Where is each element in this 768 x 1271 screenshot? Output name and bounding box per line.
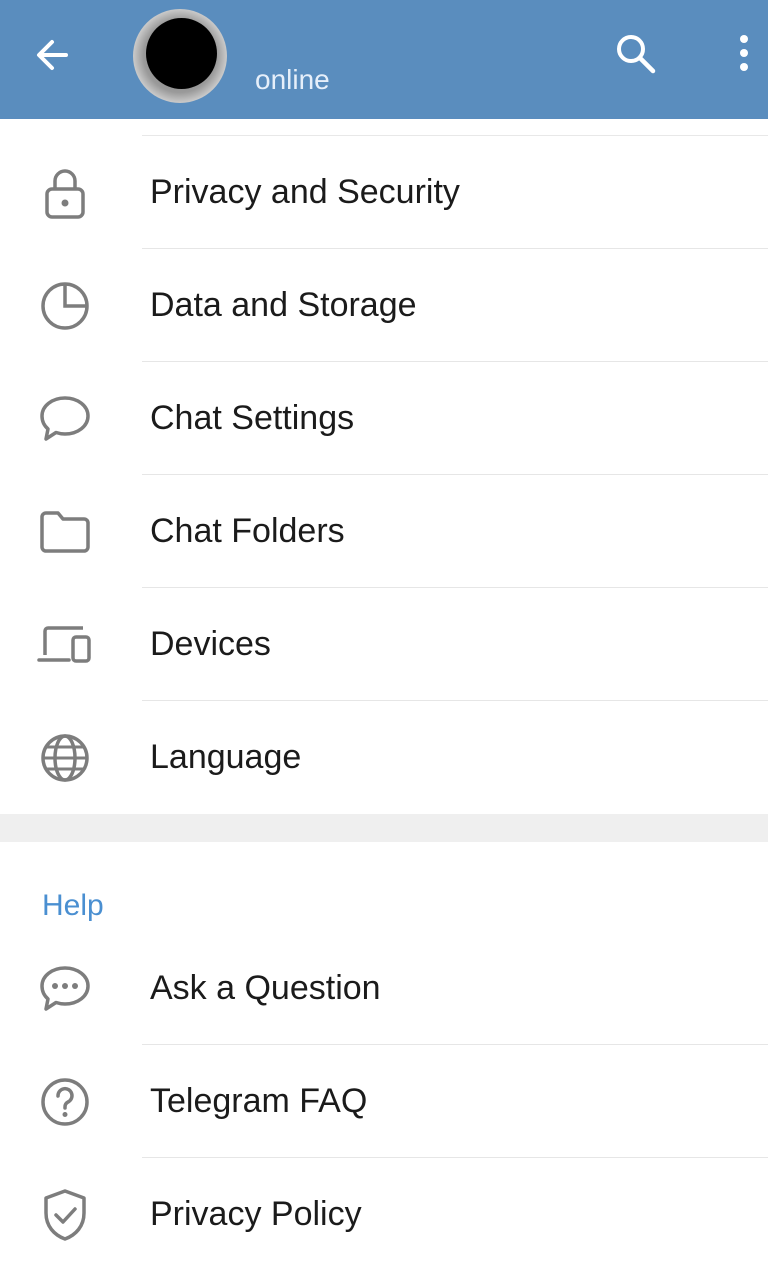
settings-item-privacy-security[interactable]: Privacy and Security <box>0 136 768 249</box>
chat-dots-icon <box>36 960 94 1018</box>
settings-item-chat-folders[interactable]: Chat Folders <box>0 475 768 588</box>
settings-item-language[interactable]: Language <box>0 701 768 814</box>
help-item-label: Ask a Question <box>150 969 381 1007</box>
help-section: Help Ask a Question Telegram FAQ Privacy… <box>0 842 768 1241</box>
help-item-privacy-policy[interactable]: Privacy Policy <box>0 1158 768 1271</box>
arrow-left-icon <box>32 35 72 75</box>
settings-list: Privacy and Security Data and Storage Ch… <box>0 119 768 814</box>
lock-icon <box>36 164 94 222</box>
settings-item-label: Chat Folders <box>150 512 345 550</box>
settings-item-label: Data and Storage <box>150 286 417 324</box>
section-divider <box>0 814 768 842</box>
folder-icon <box>36 503 94 561</box>
search-icon <box>614 32 658 76</box>
settings-item-devices[interactable]: Devices <box>0 588 768 701</box>
help-item-label: Privacy Policy <box>150 1195 362 1233</box>
chat-bubble-icon <box>36 390 94 448</box>
settings-item-label: Privacy and Security <box>150 173 460 211</box>
back-button[interactable] <box>22 25 82 85</box>
globe-icon <box>36 729 94 787</box>
settings-item-data-storage[interactable]: Data and Storage <box>0 249 768 362</box>
help-item-telegram-faq[interactable]: Telegram FAQ <box>0 1045 768 1158</box>
online-status: online <box>255 64 330 95</box>
avatar[interactable] <box>133 9 227 103</box>
settings-item-chat-settings[interactable]: Chat Settings <box>0 362 768 475</box>
more-vert-icon <box>738 34 750 74</box>
help-item-ask-question[interactable]: Ask a Question <box>0 932 768 1045</box>
question-circle-icon <box>36 1073 94 1131</box>
more-options-button[interactable] <box>714 24 768 84</box>
devices-icon <box>36 616 94 674</box>
settings-item-label: Devices <box>150 625 271 663</box>
section-header-help: Help <box>42 889 104 922</box>
settings-item-label: Language <box>150 738 302 776</box>
avatar-image <box>146 18 217 89</box>
settings-item-label: Chat Settings <box>150 399 355 437</box>
pie-chart-icon <box>36 277 94 335</box>
search-button[interactable] <box>606 24 666 84</box>
shield-check-icon <box>36 1186 94 1244</box>
app-bar: online <box>0 0 768 119</box>
help-item-label: Telegram FAQ <box>150 1082 368 1120</box>
